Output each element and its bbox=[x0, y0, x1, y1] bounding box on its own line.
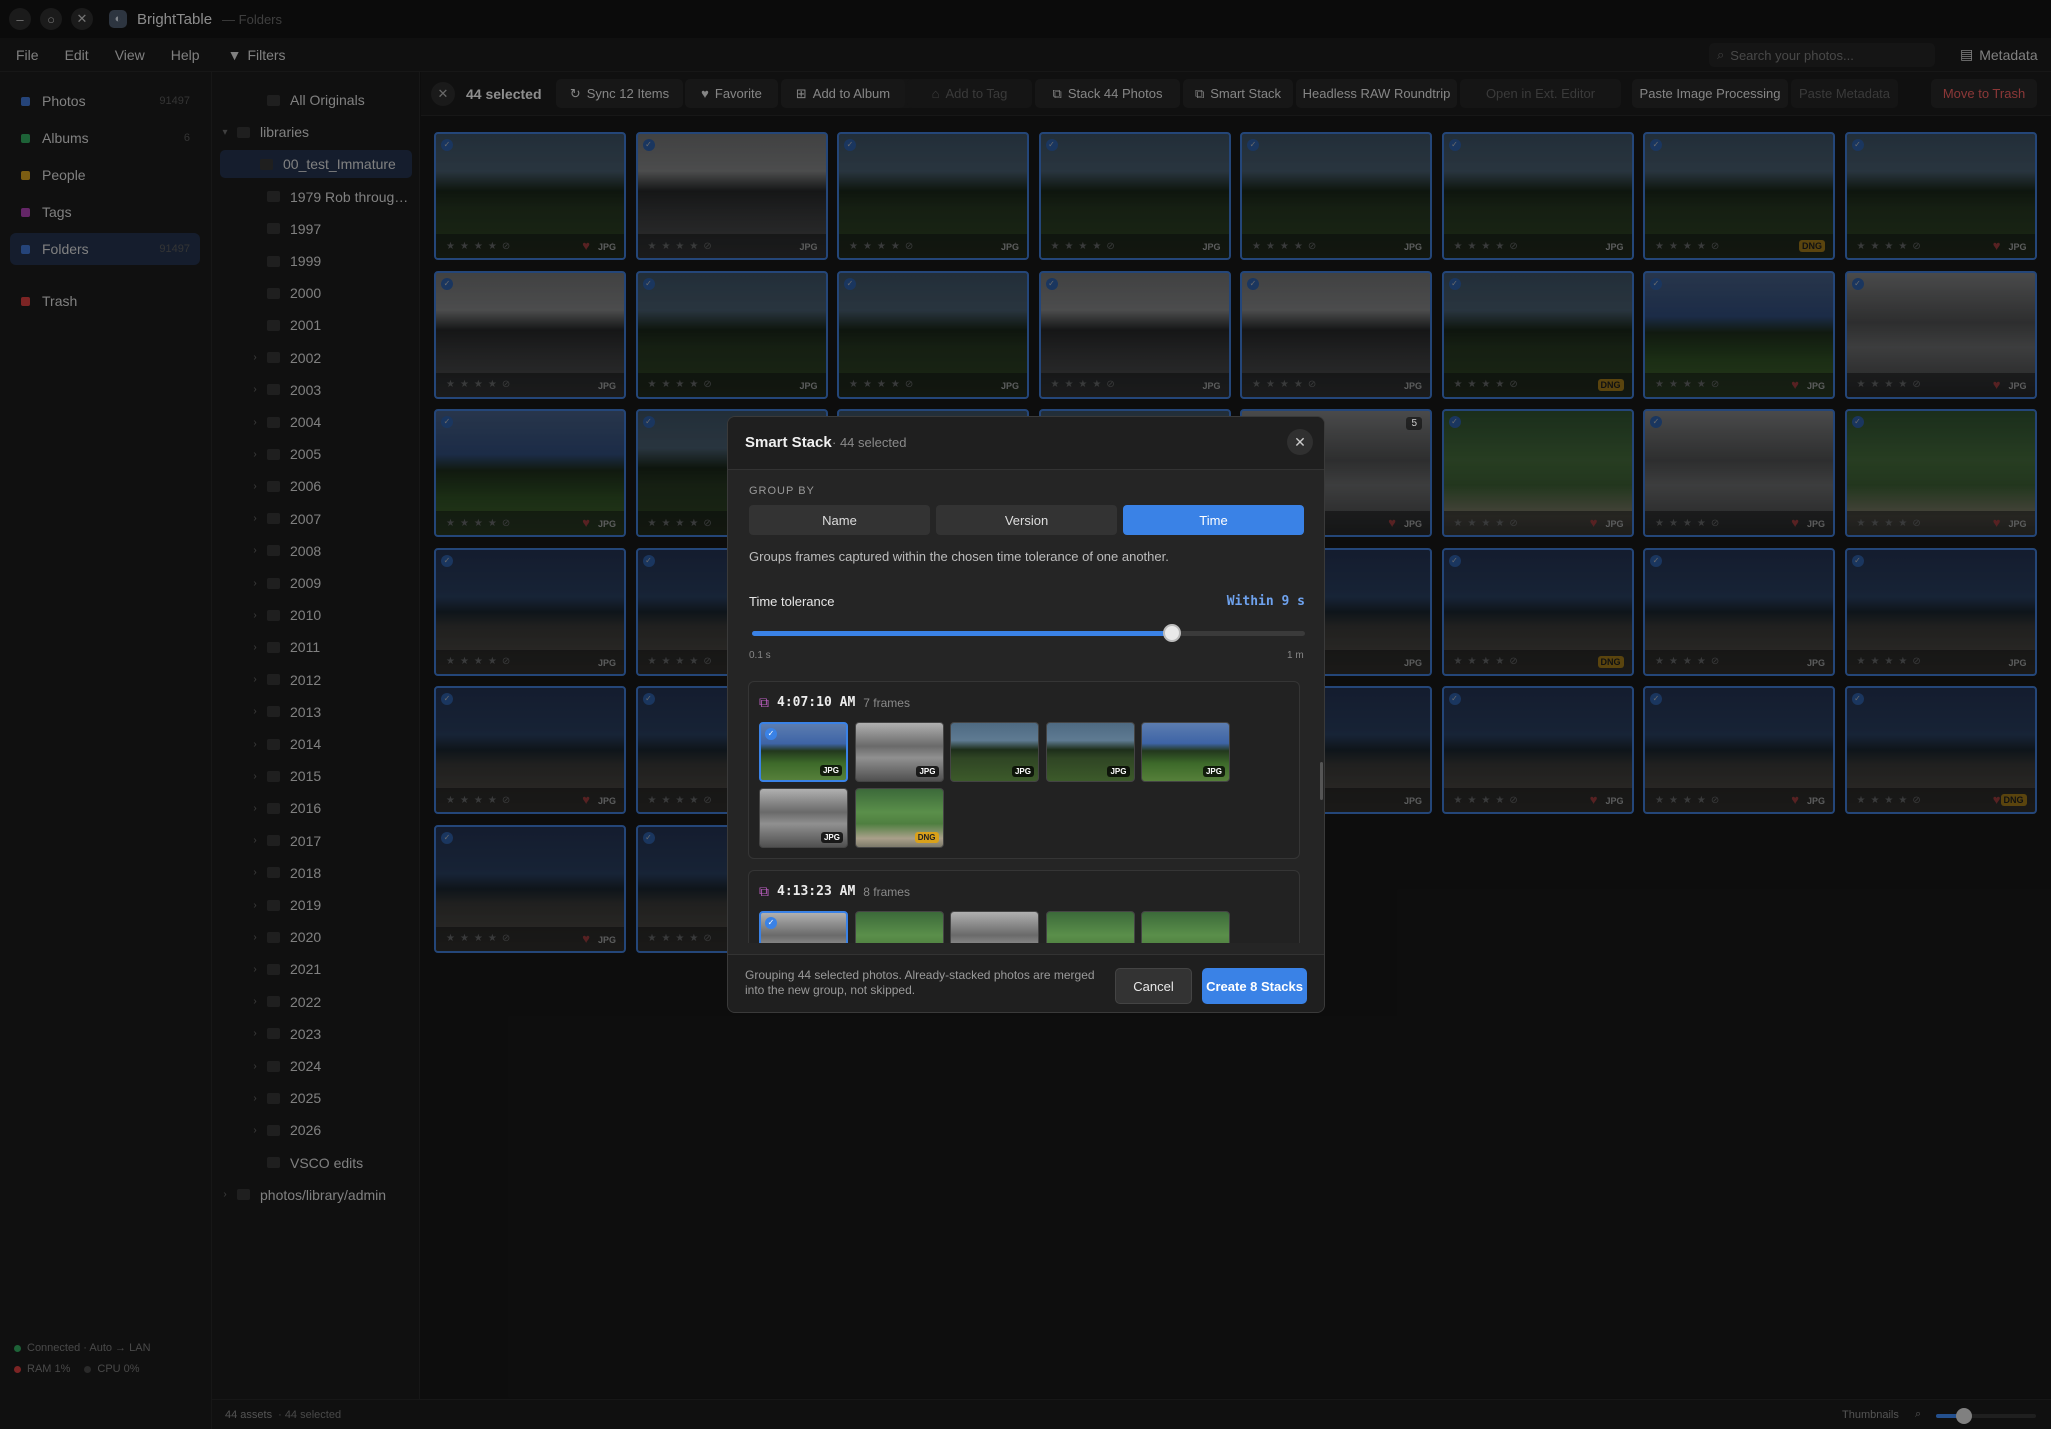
stack-frame-thumbnail[interactable]: JPG bbox=[950, 722, 1039, 782]
frame-format-badge: JPG bbox=[820, 832, 843, 843]
stack-frame-thumbnail[interactable]: JPG bbox=[1141, 722, 1230, 782]
time-tolerance-label: Time tolerance bbox=[749, 594, 835, 609]
stack-preview-list[interactable]: ⧉ 4:07:10 AM 7 frames ✓ JPG JPG JPG JPG JPG JP… bbox=[743, 681, 1311, 943]
dialog-subtitle: · 44 selected bbox=[832, 435, 907, 450]
frame-format-badge: DNG bbox=[914, 832, 939, 843]
key-frame-check-icon[interactable]: ✓ bbox=[765, 917, 777, 929]
smart-stack-dialog: Smart Stack · 44 selected ✕ GROUP BY Nam… bbox=[727, 416, 1325, 1013]
slider-handle[interactable] bbox=[1163, 624, 1182, 642]
stack-frame-thumbnail[interactable]: JPG bbox=[759, 788, 848, 848]
stack-frame-thumbnail[interactable] bbox=[1045, 911, 1135, 943]
group-by-time-option[interactable]: Time bbox=[1123, 505, 1304, 535]
stack-frame-thumbnail[interactable]: JPG bbox=[1045, 722, 1135, 782]
slider-min-label: 0.1 s bbox=[749, 650, 771, 661]
stack-group-1: ⧉ 4:07:10 AM 7 frames ✓ JPG JPG JPG JPG JPG JP… bbox=[748, 681, 1300, 859]
group-by-name-option[interactable]: Name bbox=[749, 505, 930, 535]
dialog-footer: Grouping 44 selected photos. Already-sta… bbox=[728, 954, 1324, 1012]
dialog-footnote: Grouping 44 selected photos. Already-sta… bbox=[745, 968, 1095, 997]
frame-format-badge: JPG bbox=[916, 766, 939, 777]
stack-group-header: ⧉ 4:07:10 AM 7 frames bbox=[759, 694, 910, 711]
time-tolerance-value: Within 9 s bbox=[1226, 594, 1305, 609]
stack-frame-thumbnail[interactable] bbox=[1141, 911, 1230, 943]
stack-frame-thumbnail[interactable]: ✓ JPG bbox=[759, 722, 848, 782]
stack-group-frame-count: 7 frames bbox=[863, 695, 910, 710]
slider-fill bbox=[752, 631, 1173, 636]
frame-format-badge: JPG bbox=[1202, 766, 1225, 777]
stack-icon: ⧉ bbox=[759, 883, 769, 899]
group-by-label: GROUP BY bbox=[749, 485, 815, 497]
stack-group-2: ⧉ 4:13:23 AM 8 frames ✓ bbox=[748, 870, 1300, 943]
stack-count-badge[interactable]: 5 bbox=[1406, 417, 1422, 430]
frame-format-badge: JPG bbox=[1107, 766, 1130, 777]
stack-frame-thumbnail[interactable]: ✓ bbox=[759, 911, 848, 943]
stack-icon: ⧉ bbox=[759, 694, 769, 710]
stack-frame-thumbnail[interactable]: DNG bbox=[854, 788, 944, 848]
stack-frame-thumbnail[interactable]: JPG bbox=[854, 722, 944, 782]
app-window: – ○ ✕ ◐ BrightTable — Folders File Edit … bbox=[0, 0, 2051, 1429]
dialog-header: Smart Stack · 44 selected ✕ bbox=[728, 417, 1324, 470]
frame-format-badge: JPG bbox=[1011, 766, 1034, 777]
dialog-scrollbar[interactable] bbox=[1320, 762, 1323, 800]
stack-group-frame-count: 8 frames bbox=[863, 884, 910, 899]
slider-max-label: 1 m bbox=[1287, 650, 1304, 661]
group-description: Groups frames captured within the chosen… bbox=[749, 549, 1169, 564]
stack-frame-thumbnail[interactable] bbox=[854, 911, 944, 943]
stack-frame-thumbnail[interactable] bbox=[950, 911, 1039, 943]
dialog-title: Smart Stack bbox=[745, 434, 832, 451]
cancel-button[interactable]: Cancel bbox=[1115, 968, 1192, 1004]
create-stacks-button[interactable]: Create 8 Stacks bbox=[1202, 968, 1307, 1004]
stack-group-time: 4:13:23 AM bbox=[777, 884, 856, 899]
stack-group-time: 4:07:10 AM bbox=[777, 695, 856, 710]
stack-group-header: ⧉ 4:13:23 AM 8 frames bbox=[759, 883, 910, 900]
dialog-close-icon[interactable]: ✕ bbox=[1287, 429, 1313, 455]
group-by-version-option[interactable]: Version bbox=[936, 505, 1117, 535]
time-tolerance-slider[interactable] bbox=[752, 624, 1305, 642]
frame-format-badge: JPG bbox=[819, 765, 842, 776]
key-frame-check-icon[interactable]: ✓ bbox=[765, 728, 777, 740]
